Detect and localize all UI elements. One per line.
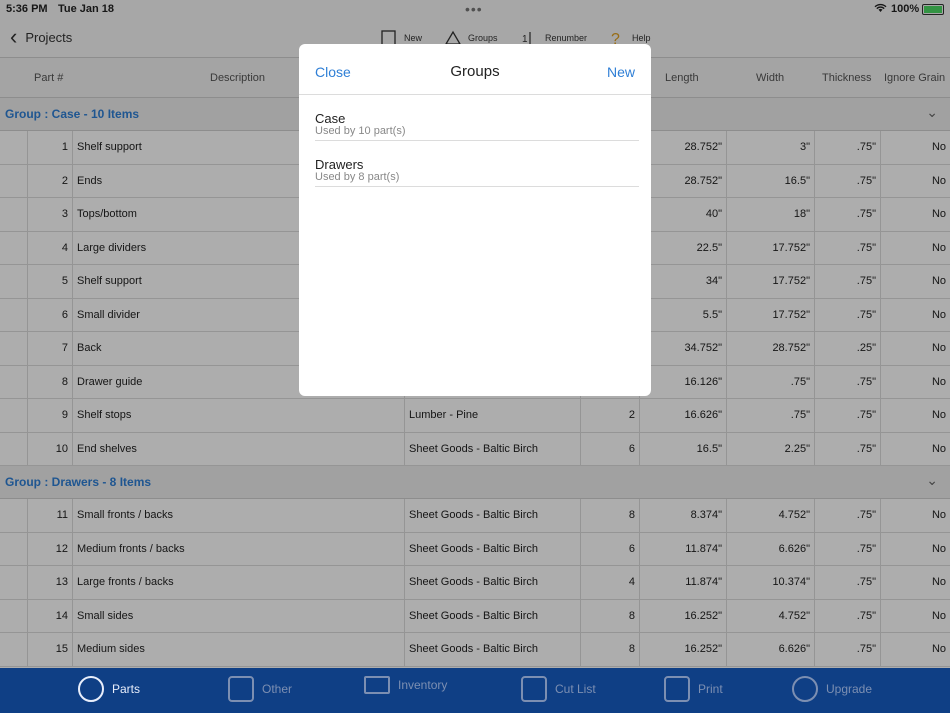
groups-modal: Close Groups New Case Used by 10 part(s)… <box>299 44 651 396</box>
tab-other[interactable]: Other <box>228 676 292 702</box>
tab-print[interactable]: Print <box>664 676 723 702</box>
group-name: Case <box>315 111 346 126</box>
upgrade-arrow-icon <box>792 676 818 702</box>
tape-measure-icon <box>78 676 104 702</box>
group-name: Drawers <box>315 157 364 172</box>
tab-upgrade[interactable]: Upgrade <box>792 676 872 702</box>
print-doc-icon <box>664 676 690 702</box>
tab-label: Upgrade <box>826 682 873 696</box>
group-item-drawers[interactable]: Drawers Used by 8 part(s) <box>315 141 639 187</box>
tab-inventory[interactable]: Inventory <box>364 676 447 694</box>
tab-label: Cut List <box>555 682 596 696</box>
cut-layout-icon <box>521 676 547 702</box>
new-group-button[interactable]: New <box>607 64 635 80</box>
modal-title: Groups <box>450 63 500 80</box>
tab-cut-list[interactable]: Cut List <box>521 676 596 702</box>
group-usage: Used by 8 part(s) <box>315 171 400 183</box>
tab-label: Inventory <box>398 678 448 692</box>
tab-bar: Parts Other Inventory Cut List Print Upg… <box>0 668 950 713</box>
group-item-case[interactable]: Case Used by 10 part(s) <box>315 95 639 141</box>
lumber-stack-icon <box>364 676 390 694</box>
tab-label: Other <box>262 682 293 696</box>
tab-parts[interactable]: Parts <box>78 676 140 702</box>
checklist-icon <box>228 676 254 702</box>
modal-header: Close Groups New <box>299 44 651 95</box>
tab-label: Parts <box>112 682 141 696</box>
group-usage: Used by 10 part(s) <box>315 125 406 137</box>
tab-label: Print <box>698 682 723 696</box>
